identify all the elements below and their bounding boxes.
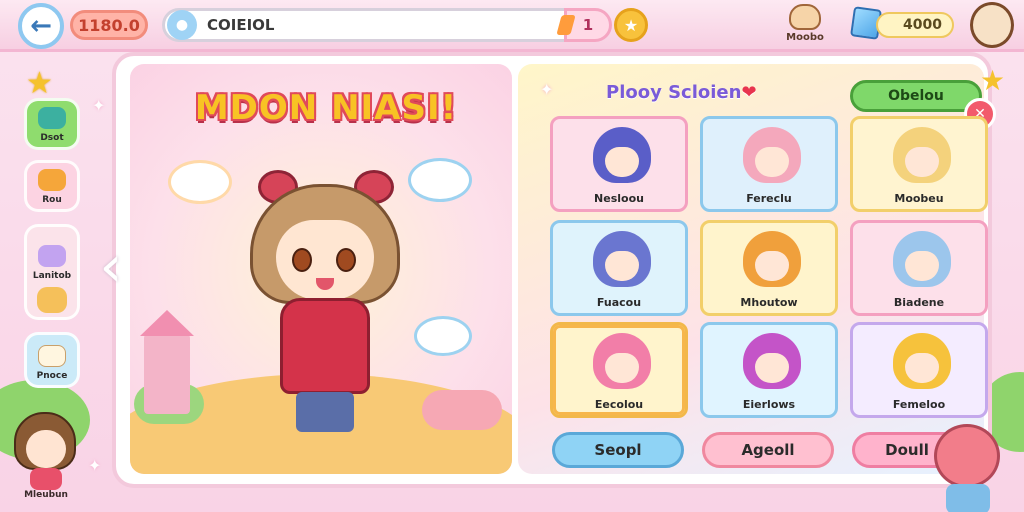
sidebar-star-icon: ★ xyxy=(26,66,53,101)
eye xyxy=(336,248,356,272)
fox-icon xyxy=(38,169,66,191)
speech-bubble xyxy=(408,158,472,202)
mode-selector[interactable]: Moobo xyxy=(780,4,830,48)
action-button-1[interactable]: Seopl xyxy=(552,432,684,468)
character-face xyxy=(905,251,939,281)
character-card[interactable]: Eecolou xyxy=(550,322,688,418)
sidebar-item-4[interactable]: Pnoce xyxy=(24,332,80,388)
heart-icon: ❤ xyxy=(741,82,757,103)
sidebar-item-label: Dsot xyxy=(40,133,64,143)
character-card[interactable]: Nesloou xyxy=(550,116,688,212)
character-card[interactable]: Eierlows xyxy=(700,322,838,418)
character-name: Biadene xyxy=(893,296,945,309)
hero-title: MDON NIASI! xyxy=(194,88,458,128)
character-face xyxy=(755,147,789,177)
dog-icon xyxy=(37,287,67,313)
hero-legs xyxy=(296,392,354,432)
search-icon[interactable]: ● xyxy=(167,10,197,40)
sidebar-item-label: Lanitob xyxy=(32,271,72,281)
character-name: Femeloo xyxy=(892,398,946,411)
sidebar-item-1[interactable]: Dsot xyxy=(24,98,80,150)
character-card[interactable]: Femeloo xyxy=(850,322,988,418)
character-name: Mhoutow xyxy=(740,296,798,309)
search-label: COIEIOL xyxy=(207,16,275,34)
character-face xyxy=(605,147,639,177)
roster-title-text: Plooy Scloien xyxy=(606,82,742,103)
sidebar-item-label: Rou xyxy=(42,195,62,205)
page-indicator[interactable]: 1 xyxy=(564,8,612,42)
footer-character[interactable]: Mleubun xyxy=(10,412,82,504)
character-card[interactable]: Fereclu xyxy=(700,116,838,212)
sparkle-icon: ✦ xyxy=(540,80,554,99)
character-face xyxy=(755,353,789,383)
character-name: Fereclu xyxy=(746,192,792,205)
character-face xyxy=(605,353,639,383)
hero-face xyxy=(276,220,374,300)
speech-bubble xyxy=(414,316,472,356)
girl-face xyxy=(26,430,66,468)
sidebar-item-2[interactable]: Rou xyxy=(24,160,80,212)
character-card[interactable]: Biadene xyxy=(850,220,988,316)
castle-icon xyxy=(140,310,194,414)
back-arrow-icon: ← xyxy=(30,11,52,41)
ribbon-button[interactable]: Obelou xyxy=(850,80,982,112)
eye xyxy=(292,248,312,272)
action-button-2[interactable]: Ageoll xyxy=(702,432,834,468)
sidebar-item-label: Pnoce xyxy=(36,371,68,381)
coin-counter: 1180.0 xyxy=(70,10,148,40)
bear-face-icon xyxy=(789,4,821,30)
character-face xyxy=(905,147,939,177)
hero-body xyxy=(280,298,370,394)
profile-avatar[interactable] xyxy=(970,2,1014,48)
pet-icon xyxy=(38,345,66,367)
gift-icon xyxy=(38,245,66,267)
mascot[interactable] xyxy=(928,420,1014,512)
mascot-head xyxy=(934,424,1000,488)
mode-label-text: Moobo xyxy=(786,32,824,43)
character-name: Eierlows xyxy=(742,398,796,411)
footer-character-label: Mleubun xyxy=(24,490,68,500)
character-face xyxy=(905,353,939,383)
star-icon: ★ xyxy=(623,15,639,35)
star-button[interactable]: ★ xyxy=(614,8,648,42)
roster-title: Plooy Scloien❤ xyxy=(606,78,796,108)
back-button[interactable]: ← xyxy=(18,3,64,49)
character-name: Moobeu xyxy=(894,192,944,205)
dino-icon xyxy=(38,107,66,129)
corner-star-icon: ★ xyxy=(980,64,1006,97)
girl-body xyxy=(30,468,62,490)
hero-character xyxy=(240,170,410,440)
character-face xyxy=(755,251,789,281)
character-name: Fuacou xyxy=(596,296,642,309)
character-name: Eecolou xyxy=(594,398,644,411)
speech-bubble xyxy=(168,160,232,204)
sparkle-icon: ✦ xyxy=(88,456,102,475)
character-face xyxy=(605,251,639,281)
mouth xyxy=(316,278,334,290)
sparkle-icon: ✦ xyxy=(92,96,106,115)
character-card[interactable]: Mhoutow xyxy=(700,220,838,316)
character-name: Nesloou xyxy=(594,192,644,205)
character-card[interactable]: Fuacou xyxy=(550,220,688,316)
prev-arrow-icon[interactable]: ‹ xyxy=(96,236,126,300)
mascot-body xyxy=(946,484,990,512)
sidebar-item-3[interactable]: Lanitob xyxy=(24,224,80,320)
character-grid: Nesloou Fereclu Moobeu Fuacou Mhoutow Biadene… xyxy=(550,116,990,428)
search-bar[interactable]: ● COIEIOL xyxy=(162,8,582,42)
character-card[interactable]: Moobeu xyxy=(850,116,988,212)
bush xyxy=(422,390,502,430)
hero-panel: MDON NIASI! xyxy=(130,64,512,474)
gem-counter: 4000 xyxy=(876,12,954,38)
